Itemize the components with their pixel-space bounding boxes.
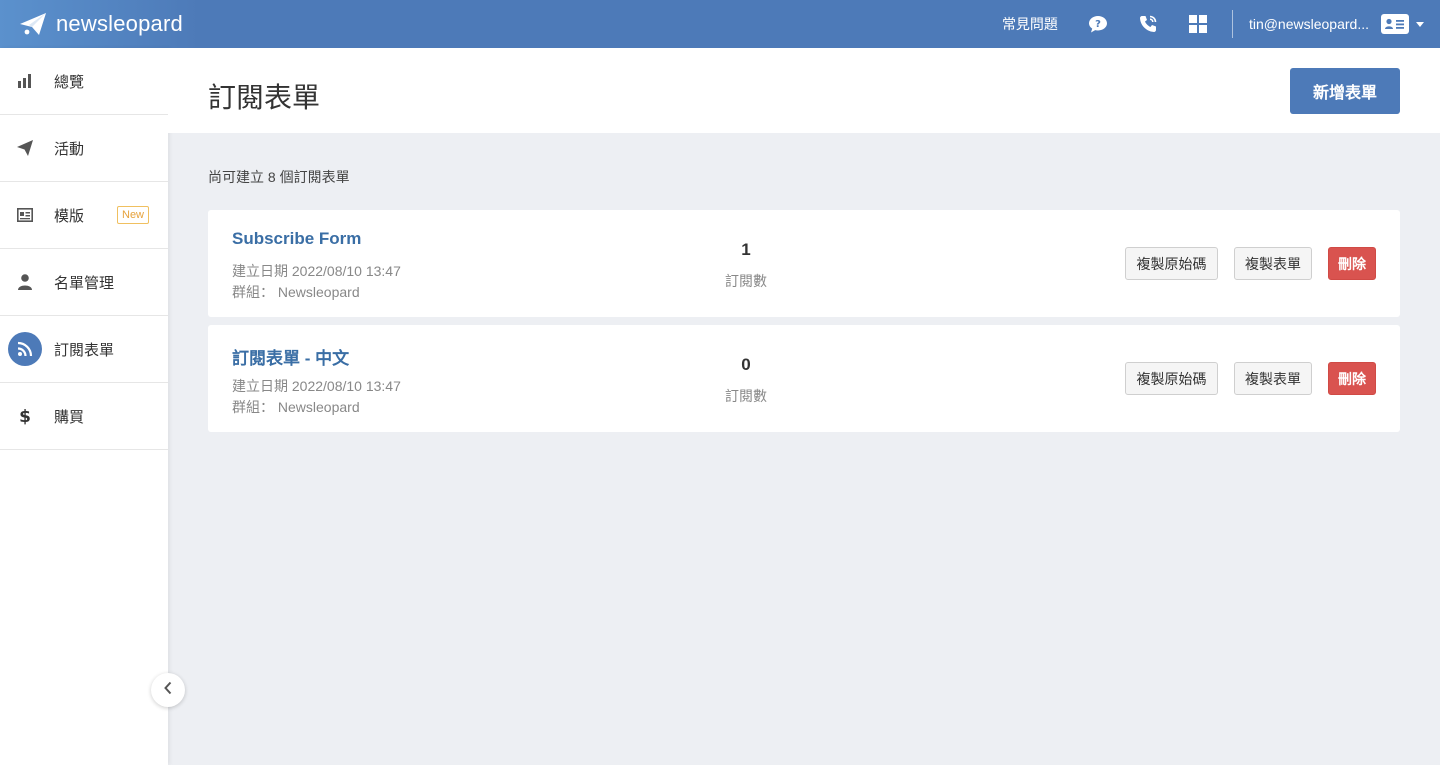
svg-text:$: $	[19, 407, 31, 425]
form-name-link[interactable]: 訂閱表單 - 中文	[232, 344, 349, 369]
copy-source-code-button[interactable]: 複製原始碼	[1125, 247, 1218, 280]
sidebar-item-label: 模版	[54, 207, 85, 225]
user-email[interactable]: tin@newsleopard...	[1249, 16, 1369, 32]
form-card: Subscribe Form 建立日期 2022/08/10 13:47 群組：…	[208, 210, 1400, 317]
grid-apps-icon[interactable]	[1188, 14, 1208, 34]
topbar-divider	[1231, 10, 1233, 38]
page-header: 訂閱表單 新增表單	[168, 48, 1440, 133]
sidebar-item-label: 總覽	[54, 73, 85, 91]
brand-name: newsleopard	[56, 11, 183, 36]
phone-icon[interactable]	[1138, 14, 1158, 34]
sidebar-item-label: 購買	[54, 408, 85, 426]
chevron-down-icon	[1416, 21, 1424, 27]
form-card: 訂閱表單 - 中文 建立日期 2022/08/10 13:47 群組： News…	[208, 325, 1400, 432]
dollar-icon: $	[8, 399, 42, 433]
sidebar-item-overview[interactable]: 總覽	[0, 48, 168, 115]
delete-form-button[interactable]: 刪除	[1328, 247, 1376, 280]
subscriber-count-label: 訂閱數	[725, 388, 767, 404]
sidebar-item-label: 活動	[54, 140, 85, 158]
page-title: 訂閱表單	[208, 82, 321, 113]
sidebar-item-subscribe-forms[interactable]: 訂閱表單	[0, 316, 168, 383]
profile-menu-button[interactable]	[1381, 14, 1424, 34]
topbar-actions: 常見問題 ? tin@newsleopard...	[1002, 0, 1424, 48]
copy-source-code-button[interactable]: 複製原始碼	[1125, 362, 1218, 395]
rss-icon	[8, 332, 42, 366]
sidebar-item-templates[interactable]: 模版 New	[0, 182, 168, 249]
user-icon	[8, 265, 42, 299]
template-icon	[8, 198, 42, 232]
subscriber-count-label: 訂閱數	[725, 273, 767, 289]
copy-form-button[interactable]: 複製表單	[1234, 362, 1312, 395]
subscriber-count: 1	[741, 240, 751, 259]
subscriber-count: 0	[741, 355, 751, 374]
form-created-date: 建立日期 2022/08/10 13:47	[232, 263, 401, 279]
form-name-link[interactable]: Subscribe Form	[232, 229, 361, 249]
copy-form-button[interactable]: 複製表單	[1234, 247, 1312, 280]
sidebar-item-label: 訂閱表單	[54, 341, 115, 359]
sidebar-item-label: 名單管理	[54, 274, 115, 292]
form-group: 群組： Newsleopard	[232, 399, 360, 415]
faq-link[interactable]: 常見問題	[1002, 14, 1058, 34]
sidebar-item-contacts[interactable]: 名單管理	[0, 249, 168, 316]
paper-plane-icon	[8, 131, 42, 165]
remaining-forms-text: 尚可建立 8 個訂閱表單	[208, 169, 350, 185]
sidebar: 總覽 活動 模版 New 名單管理 訂閱表單 $ 購買	[0, 48, 168, 765]
svg-text:?: ?	[1095, 19, 1101, 30]
delete-form-button[interactable]: 刪除	[1328, 362, 1376, 395]
add-form-button[interactable]: 新增表單	[1290, 68, 1400, 114]
chevron-left-icon	[163, 681, 173, 700]
form-group: 群組： Newsleopard	[232, 284, 360, 300]
sidebar-item-purchase[interactable]: $ 購買	[0, 383, 168, 450]
form-created-date: 建立日期 2022/08/10 13:47	[232, 378, 401, 394]
new-badge: New	[117, 206, 150, 224]
paper-plane-logo-icon	[18, 10, 48, 38]
brand-logo[interactable]: newsleopard	[0, 0, 200, 48]
bar-chart-icon	[8, 64, 42, 98]
id-card-icon	[1381, 14, 1409, 34]
top-bar: newsleopard 常見問題 ? tin@newsleopard...	[0, 0, 1440, 48]
chat-bubble-icon[interactable]: ?	[1088, 14, 1108, 34]
sidebar-item-campaigns[interactable]: 活動	[0, 115, 168, 182]
collapse-sidebar-button[interactable]	[151, 673, 185, 707]
